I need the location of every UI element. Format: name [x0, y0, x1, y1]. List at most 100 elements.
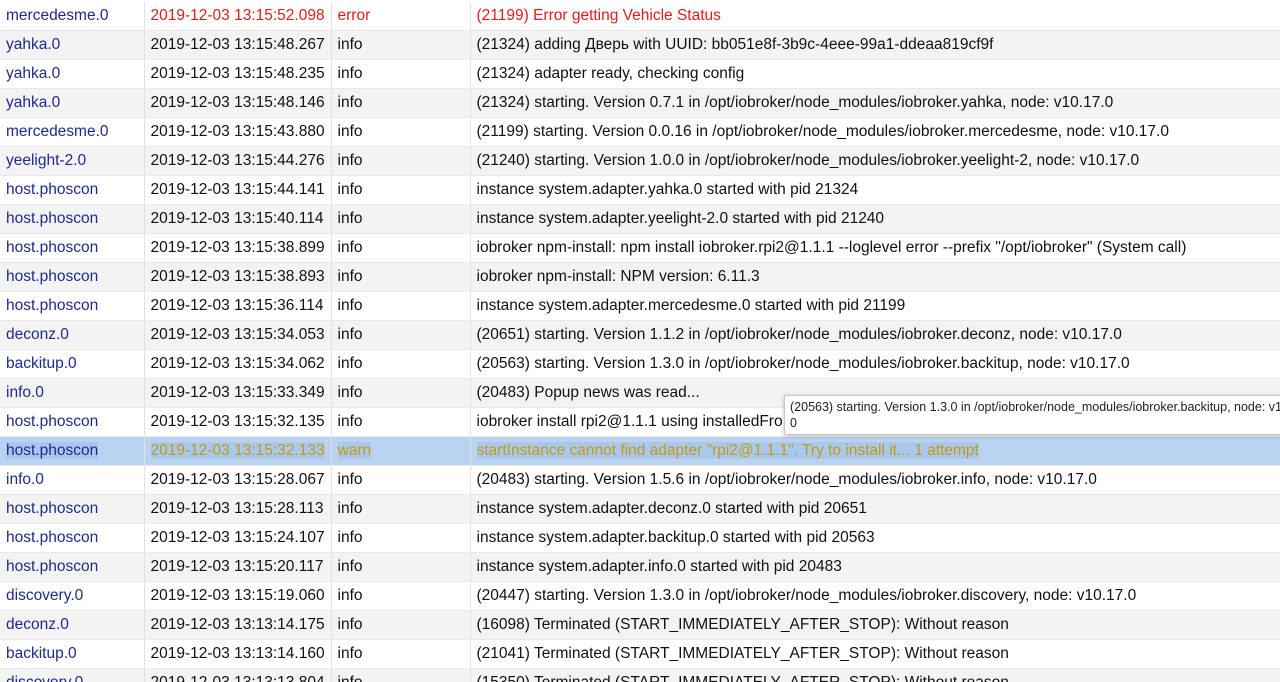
log-severity-text: info [337, 558, 363, 575]
log-message-text: (20483) Popup news was read... [476, 384, 700, 401]
log-time-cell: 2019-12-03 13:13:14.160 [144, 639, 332, 669]
log-severity-text: info [337, 239, 363, 256]
log-row[interactable]: yahka.0 2019-12-03 13:15:48.235 info (21324… [0, 59, 1280, 89]
log-row[interactable]: host.phoscon 2019-12-03 13:15:38.899 info i… [0, 233, 1280, 263]
log-message-text: instance system.adapter.yahka.0 started … [476, 181, 859, 198]
log-row[interactable]: mercedesme.0 2019-12-03 13:15:52.098 error… [0, 2, 1280, 31]
log-row[interactable]: discovery.0 2019-12-03 13:13:13.804 info (1… [0, 668, 1280, 682]
log-source-cell: host.phoscon [0, 233, 145, 263]
log-source-text: deconz.0 [6, 326, 69, 343]
log-row[interactable]: host.phoscon 2019-12-03 13:15:38.893 info i… [0, 262, 1280, 292]
log-row[interactable]: host.phoscon 2019-12-03 13:15:28.113 info i… [0, 494, 1280, 524]
log-severity-cell: info [331, 291, 471, 321]
log-message-cell: instance system.adapter.yeelight-2.0 sta… [470, 204, 1280, 234]
log-source-text: host.phoscon [6, 413, 99, 430]
log-row[interactable]: mercedesme.0 2019-12-03 13:15:43.880 info (… [0, 117, 1280, 147]
log-source-text: yahka.0 [6, 36, 61, 53]
log-message-cell: (15350) Terminated (START_IMMEDIATELY_AF… [470, 668, 1280, 682]
log-row[interactable]: deconz.0 2019-12-03 13:13:14.175 info (1609… [0, 610, 1280, 640]
log-severity-text: info [337, 529, 363, 546]
log-message-cell: (21240) starting. Version 1.0.0 in /opt/… [470, 146, 1280, 176]
log-time-cell: 2019-12-03 13:15:19.060 [144, 581, 332, 611]
log-row[interactable]: host.phoscon 2019-12-03 13:15:36.114 info i… [0, 291, 1280, 321]
log-time-text: 2019-12-03 13:15:28.067 [150, 471, 325, 488]
log-row[interactable]: backitup.0 2019-12-03 13:13:14.160 info (21… [0, 639, 1280, 669]
log-severity-text: info [337, 616, 363, 633]
log-time-text: 2019-12-03 13:15:24.107 [150, 529, 325, 546]
log-severity-text: info [337, 355, 363, 372]
log-message-text: instance system.adapter.yeelight-2.0 sta… [476, 210, 885, 227]
log-source-text: host.phoscon [6, 297, 99, 314]
log-source-cell: host.phoscon [0, 262, 145, 292]
log-row[interactable]: host.phoscon 2019-12-03 13:15:32.133 warn s… [0, 436, 1280, 466]
log-time-cell: 2019-12-03 13:15:43.880 [144, 117, 332, 147]
log-source-cell: host.phoscon [0, 494, 145, 524]
log-view: mercedesme.0 2019-12-03 13:15:52.098 error… [0, 0, 1280, 682]
log-time-text: 2019-12-03 13:15:36.114 [150, 297, 324, 314]
log-time-cell: 2019-12-03 13:15:34.062 [144, 349, 332, 379]
log-severity-text: info [337, 645, 363, 662]
log-message-cell: (21199) starting. Version 0.0.16 in /opt… [470, 117, 1280, 147]
log-severity-cell: info [331, 175, 471, 205]
log-severity-text: info [337, 384, 363, 401]
log-severity-text: error [337, 7, 371, 24]
log-source-text: mercedesme.0 [6, 123, 109, 140]
log-row[interactable]: yahka.0 2019-12-03 13:15:48.267 info (21324… [0, 30, 1280, 60]
log-severity-cell: info [331, 639, 471, 669]
log-message-text: iobroker npm-install: npm install iobrok… [476, 239, 1187, 256]
log-severity-cell: info [331, 465, 471, 495]
log-severity-text: info [337, 500, 363, 517]
log-source-text: host.phoscon [6, 558, 99, 575]
log-message-cell: instance system.adapter.yahka.0 started … [470, 175, 1280, 205]
log-severity-cell: info [331, 581, 471, 611]
log-message-text: (21324) adapter ready, checking config [476, 65, 745, 82]
log-row[interactable]: yahka.0 2019-12-03 13:15:48.146 info (21324… [0, 88, 1280, 118]
log-time-cell: 2019-12-03 13:13:13.804 [144, 668, 332, 682]
log-row[interactable]: host.phoscon 2019-12-03 13:15:40.114 info i… [0, 204, 1280, 234]
log-row[interactable]: yeelight-2.0 2019-12-03 13:15:44.276 info (… [0, 146, 1280, 176]
log-severity-text: info [337, 210, 363, 227]
log-source-cell: deconz.0 [0, 320, 145, 350]
log-severity-cell: info [331, 320, 471, 350]
log-row[interactable]: backitup.0 2019-12-03 13:15:34.062 info (20… [0, 349, 1280, 379]
log-time-text: 2019-12-03 13:13:14.175 [150, 616, 325, 633]
log-severity-cell: info [331, 233, 471, 263]
log-time-cell: 2019-12-03 13:15:48.235 [144, 59, 332, 89]
log-table: mercedesme.0 2019-12-03 13:15:52.098 error… [0, 2, 1280, 682]
log-severity-text: info [337, 587, 363, 604]
log-severity-cell: info [331, 59, 471, 89]
log-message-text: (21199) Error getting Vehicle Status [476, 7, 721, 24]
log-row[interactable]: host.phoscon 2019-12-03 13:15:44.141 info i… [0, 175, 1280, 205]
log-source-cell: discovery.0 [0, 581, 145, 611]
log-source-cell: deconz.0 [0, 610, 145, 640]
log-severity-cell: info [331, 494, 471, 524]
log-row[interactable]: discovery.0 2019-12-03 13:15:19.060 info (2… [0, 581, 1280, 611]
log-severity-text: info [337, 36, 363, 53]
log-time-text: 2019-12-03 13:15:38.893 [150, 268, 325, 285]
log-row[interactable]: host.phoscon 2019-12-03 13:15:20.117 info i… [0, 552, 1280, 582]
log-time-text: 2019-12-03 13:15:48.267 [150, 36, 325, 53]
log-source-cell: host.phoscon [0, 523, 145, 553]
tooltip-text: (20563) starting. Version 1.3.0 in /opt/… [790, 400, 1280, 430]
log-message-cell: iobroker npm-install: NPM version: 6.11.… [470, 262, 1280, 292]
log-source-text: discovery.0 [6, 587, 84, 604]
log-severity-cell: info [331, 117, 471, 147]
log-source-cell: yeelight-2.0 [0, 146, 145, 176]
log-source-cell: host.phoscon [0, 436, 145, 466]
log-severity-cell: info [331, 146, 471, 176]
log-severity-cell: info [331, 523, 471, 553]
log-severity-cell: info [331, 407, 471, 437]
log-source-text: discovery.0 [6, 674, 83, 682]
log-time-cell: 2019-12-03 13:15:52.098 [144, 2, 332, 31]
log-source-cell: info.0 [0, 378, 145, 408]
log-row[interactable]: deconz.0 2019-12-03 13:15:34.053 info (2065… [0, 320, 1280, 350]
log-source-cell: yahka.0 [0, 59, 145, 89]
log-row[interactable]: host.phoscon 2019-12-03 13:15:24.107 info i… [0, 523, 1280, 553]
log-row[interactable]: info.0 2019-12-03 13:15:28.067 info (20483)… [0, 465, 1280, 495]
log-severity-cell: error [331, 2, 471, 31]
log-message-cell: startInstance cannot find adapter "rpi2@… [470, 436, 1280, 466]
log-time-cell: 2019-12-03 13:15:38.899 [144, 233, 332, 263]
log-source-text: mercedesme.0 [6, 7, 109, 24]
log-severity-cell: info [331, 668, 471, 682]
log-severity-cell: info [331, 552, 471, 582]
